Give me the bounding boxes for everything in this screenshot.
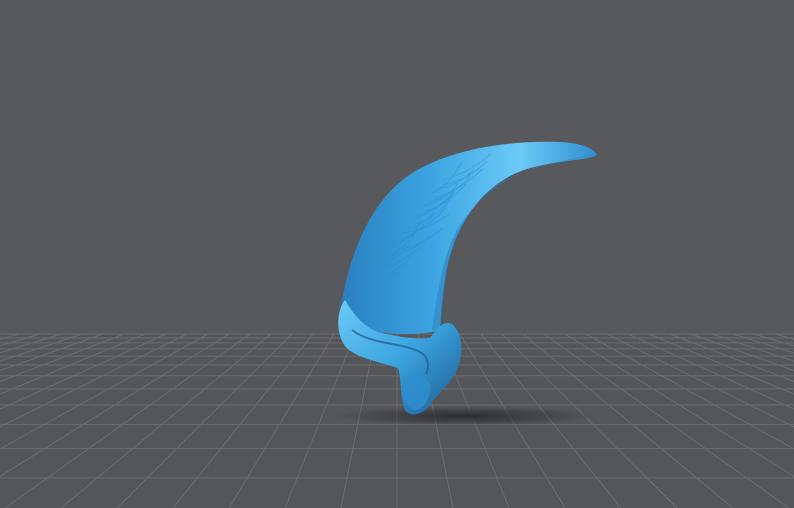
ground-shadow [335,406,595,426]
3d-viewport[interactable] [0,0,794,508]
viewport-canvas[interactable] [0,0,794,508]
